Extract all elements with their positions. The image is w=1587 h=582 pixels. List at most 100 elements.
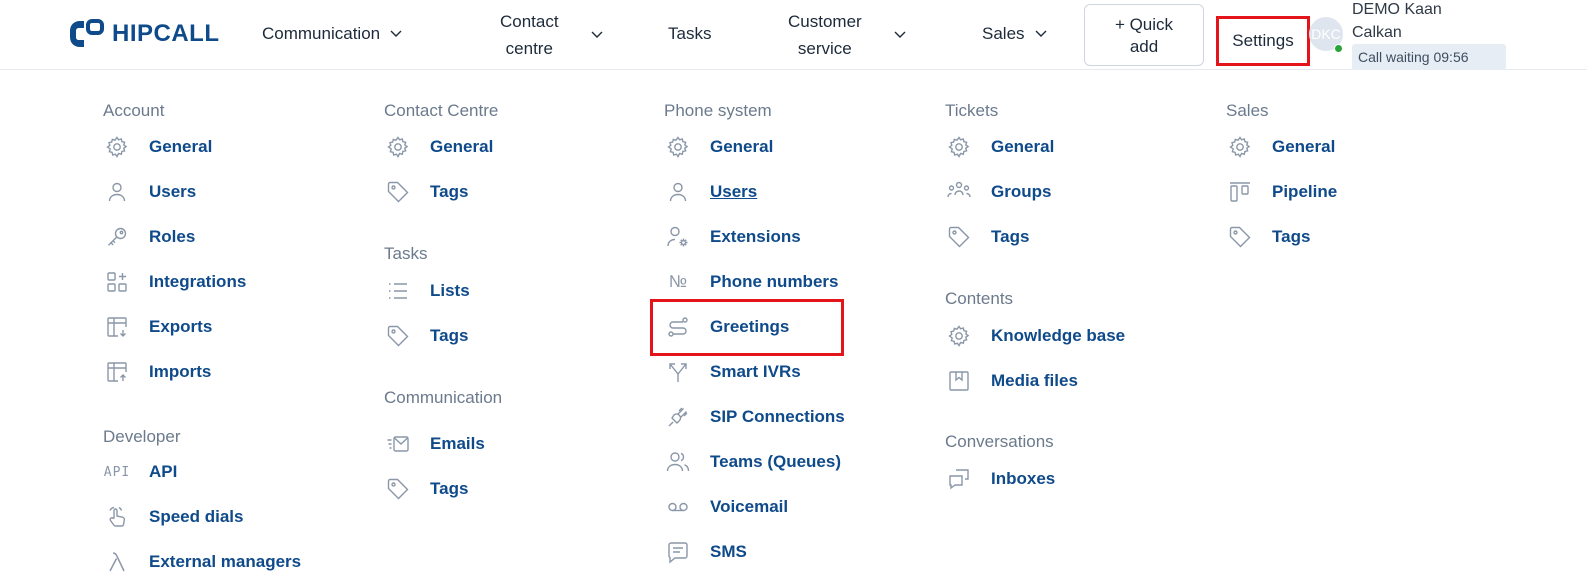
menu-item-contents-knowledge-base[interactable]: Knowledge base (946, 323, 1125, 349)
menu-item-label: Extensions (710, 227, 801, 246)
menu-item-label: General (710, 137, 774, 156)
chevron-down-icon (894, 31, 906, 38)
section-heading-contact-centre: Contact Centre (384, 101, 499, 120)
list-icon (385, 278, 411, 304)
tag-icon (385, 476, 411, 502)
settings-label: Settings (1232, 31, 1294, 50)
menu-item-account-integrations[interactable]: Integrations (104, 269, 246, 295)
menu-item-label: Tags (430, 326, 469, 345)
section-heading-account: Account (103, 101, 165, 120)
menu-item-label: Voicemail (710, 497, 789, 516)
nav-customer-service[interactable]: Customer service (788, 8, 906, 62)
nav-sales-label: Sales (982, 24, 1025, 43)
chevron-down-icon (390, 30, 402, 37)
user-icon (104, 179, 130, 205)
menu-item-sales-pipeline[interactable]: Pipeline (1227, 179, 1337, 205)
avatar-initials: DKC (1311, 26, 1341, 42)
menu-item-label: General (430, 137, 494, 156)
menu-item-label: Tags (991, 227, 1030, 246)
gear-icon (946, 134, 972, 160)
nav-tasks-label: Tasks (668, 24, 712, 43)
menu-item-phone-numbers[interactable]: № Phone numbers (665, 269, 839, 295)
key-icon (104, 224, 130, 250)
settings-button[interactable]: Settings (1216, 16, 1310, 66)
menu-item-contents-media-files[interactable]: Media files (946, 368, 1078, 394)
chevron-down-icon (1035, 30, 1047, 37)
nav-customer-service-label-line1: Customer (788, 12, 862, 31)
section-heading-contents: Contents (945, 289, 1014, 308)
menu-item-phone-extensions[interactable]: Extensions (665, 224, 801, 250)
nav-communication[interactable]: Communication (262, 24, 402, 44)
menu-item-developer-api[interactable]: API API (104, 459, 178, 485)
menu-item-label: Tags (1272, 227, 1311, 246)
menu-item-contact-centre-general[interactable]: General (385, 134, 493, 160)
menu-item-developer-speed-dials[interactable]: Speed dials (104, 504, 243, 530)
menu-item-account-general[interactable]: General (104, 134, 212, 160)
menu-item-account-users[interactable]: Users (104, 179, 196, 205)
gear-icon (1227, 134, 1253, 160)
menu-item-sales-general[interactable]: General (1227, 134, 1335, 160)
call-waiting-badge[interactable]: Call waiting 09:56 (1352, 44, 1506, 70)
section-heading-developer: Developer (103, 427, 181, 446)
menu-item-conversations-inboxes[interactable]: Inboxes (946, 466, 1055, 492)
section-heading-communication: Communication (384, 388, 503, 407)
nav-contact-centre[interactable]: Contact centre (500, 8, 603, 62)
menu-item-label: Exports (149, 317, 213, 336)
quick-add-button[interactable]: + Quick add (1084, 4, 1204, 66)
hand-pointer-icon (104, 504, 130, 530)
menu-item-label: SMS (710, 542, 747, 561)
nav-tasks[interactable]: Tasks (668, 24, 711, 44)
menu-item-label: General (1272, 137, 1336, 156)
menu-item-label: Speed dials (149, 507, 244, 526)
menu-item-phone-sms[interactable]: SMS (665, 539, 747, 565)
nav-sales[interactable]: Sales (982, 24, 1047, 44)
menu-item-label: Users (149, 182, 197, 201)
menu-item-communication-tags[interactable]: Tags (385, 476, 468, 502)
quick-add-label-line1: + Quick (1114, 15, 1174, 34)
menu-item-account-roles[interactable]: Roles (104, 224, 195, 250)
gear-icon (665, 134, 691, 160)
menu-item-phone-voicemail[interactable]: Voicemail (665, 494, 788, 520)
menu-item-phone-teams[interactable]: Teams (Queues) (665, 449, 841, 475)
menu-item-label: Teams (Queues) (710, 452, 842, 471)
menu-item-account-imports[interactable]: Imports (104, 359, 211, 385)
quick-add-label-line2: add (1129, 37, 1159, 56)
menu-item-label: Knowledge base (991, 326, 1126, 345)
chat-bubbles-icon (946, 466, 972, 492)
top-navigation-bar: HIPCALL Communication Contact centre Tas… (0, 0, 1587, 70)
menu-item-phone-sip-connections[interactable]: SIP Connections (665, 404, 845, 430)
nav-contact-centre-label-line1: Contact (500, 12, 559, 31)
nav-customer-service-label-line2: service (797, 39, 852, 58)
menu-item-label: Tags (430, 182, 469, 201)
menu-item-phone-smart-ivrs[interactable]: Smart IVRs (665, 359, 801, 385)
nav-communication-label: Communication (262, 24, 381, 43)
menu-item-tickets-groups[interactable]: Groups (946, 179, 1051, 205)
menu-item-label: API (149, 462, 178, 481)
numero-icon: № (665, 269, 691, 295)
tag-icon (946, 224, 972, 250)
menu-item-communication-emails[interactable]: Emails (385, 431, 485, 457)
integrations-icon (104, 269, 130, 295)
menu-item-account-exports[interactable]: Exports (104, 314, 212, 340)
menu-item-tasks-lists[interactable]: Lists (385, 278, 470, 304)
gear-icon (946, 323, 972, 349)
menu-item-phone-users[interactable]: Users (665, 179, 757, 205)
menu-item-sales-tags[interactable]: Tags (1227, 224, 1310, 250)
menu-item-label: Phone numbers (710, 272, 839, 291)
menu-item-tickets-general[interactable]: General (946, 134, 1054, 160)
email-icon (385, 431, 411, 457)
hipcall-logo[interactable]: HIPCALL (66, 17, 220, 51)
user-name[interactable]: DEMO Kaan Calkan (1352, 0, 1472, 44)
menu-item-contact-centre-tags[interactable]: Tags (385, 179, 468, 205)
menu-item-label: Pipeline (1272, 182, 1338, 201)
phone-logo-icon (70, 19, 104, 47)
chevron-down-icon (591, 31, 603, 38)
team-icon (665, 449, 691, 475)
menu-item-tasks-tags[interactable]: Tags (385, 323, 468, 349)
menu-item-phone-general[interactable]: General (665, 134, 773, 160)
tag-icon (385, 179, 411, 205)
menu-item-tickets-tags[interactable]: Tags (946, 224, 1029, 250)
menu-item-label: External managers (149, 552, 302, 571)
menu-item-developer-external-managers[interactable]: External managers (104, 549, 301, 575)
menu-item-label: Tags (430, 479, 469, 498)
